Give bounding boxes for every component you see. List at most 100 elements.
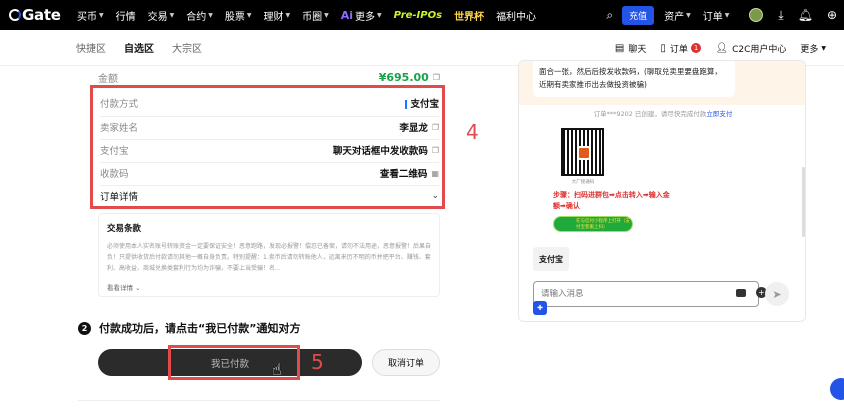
chevron-down-icon: ▼ — [99, 11, 104, 19]
chat-input-wrap: + — [533, 281, 767, 307]
step-2: 2 付款成功后，请点击“我已付款”通知对方 — [78, 320, 300, 336]
alipay-account-value: 聊天对话框中发收款码 — [332, 146, 428, 157]
chevron-down-icon: ⌄ — [135, 284, 141, 292]
payment-info-box: 付款方式 支付宝 卖家姓名 李显龙 ❐ 支付宝 聊天对话框中发收款码 ❐ 收款码… — [90, 85, 445, 209]
nav-item-trade[interactable]: 交易 ▼ — [148, 8, 175, 23]
copy-icon[interactable]: ❐ — [433, 73, 440, 82]
qr-code-image — [561, 128, 604, 176]
c2c-user-center-link[interactable]: 👤︎ C2C用户中心 — [715, 42, 786, 55]
step-2-text: 付款成功后，请点击“我已付款”通知对方 — [99, 322, 301, 335]
payment-method-row: 付款方式 支付宝 — [100, 99, 439, 110]
copy-icon[interactable]: ❐ — [432, 146, 439, 155]
order-icon: ▯ — [660, 42, 666, 54]
copy-icon[interactable]: ❐ — [432, 123, 439, 132]
assets-menu[interactable]: 资产 ▼ — [664, 8, 691, 23]
seller-name-value: 李显龙 — [399, 123, 428, 134]
amount-row: 金额 ¥695.00 ❐ — [98, 69, 440, 85]
payment-method-value: 支付宝 — [410, 99, 439, 110]
cancel-order-button[interactable]: 取消订单 — [372, 349, 440, 376]
annotation-4: 4 — [466, 120, 479, 144]
order-link[interactable]: ▯ 订单 1 — [660, 42, 702, 55]
chevron-down-icon: ▼ — [324, 11, 329, 19]
shield-icon: ✚ — [533, 301, 547, 315]
divider — [100, 116, 439, 117]
divider — [100, 139, 439, 140]
qr-logo — [577, 146, 591, 160]
send-icon[interactable]: ➤ — [765, 282, 789, 306]
chat-input[interactable] — [541, 289, 691, 299]
nav-item-ai-more[interactable]: Ai 更多 ▼ — [341, 8, 382, 23]
logo-text: Gate — [22, 6, 61, 24]
avatar[interactable] — [749, 8, 764, 22]
emoji-icon[interactable] — [736, 289, 746, 297]
nav-item-buy[interactable]: 买币 ▼ — [77, 8, 104, 23]
more-menu[interactable]: 更多 ▼ — [800, 42, 830, 55]
mini-app-pill: 在与信付小程序上打开（支付宝客服上扫） — [553, 216, 633, 232]
order-badge: 1 — [690, 43, 702, 53]
qr-code-row[interactable]: 收款码 查看二维码 ▦ — [100, 164, 439, 182]
alipay-icon — [405, 100, 408, 109]
chevron-down-icon: ▼ — [724, 11, 730, 19]
nav-items: 买币 ▼ 行情 交易 ▼ 合约 ▼ 股票 ▼ 理财 ▼ 币圈 ▼ Ai 更多 ▼ Pre-IPO… — [77, 8, 548, 23]
amount-value: ¥695.00 — [378, 70, 429, 84]
chevron-down-icon: ▼ — [285, 11, 291, 19]
nav-item-worldcup[interactable]: 世界杯 — [454, 8, 484, 23]
gate-logo-icon — [9, 9, 21, 21]
bell-icon[interactable]: 🔔︎ — [798, 8, 813, 22]
globe-icon[interactable]: ⊕ — [827, 8, 837, 22]
deposit-button[interactable]: 充值 — [622, 5, 655, 25]
chevron-down-icon: ▼ — [377, 11, 382, 19]
hand-cursor-icon: ☝ — [272, 360, 282, 379]
gate-logo[interactable]: Gate — [9, 6, 77, 24]
top-navbar: Gate 买币 ▼ 行情 交易 ▼ 合约 ▼ 股票 ▼ 理财 ▼ 币圈 ▼ Ai 更多 ▼ Pr… — [0, 0, 844, 30]
chat-scrollbar[interactable] — [802, 167, 805, 237]
chat-qr-image[interactable]: 大厂接通码 步骤：扫码进群包➡点击转入➡输入金额➡确认 在与信付小程序上打开（支… — [533, 124, 670, 236]
user-icon: 👤︎ — [715, 42, 729, 54]
chevron-down-icon: ▼ — [169, 11, 175, 19]
order-details-toggle[interactable]: 订单详情 ⌄ — [100, 188, 439, 204]
nav-item-earn[interactable]: 理财 ▼ — [264, 8, 291, 23]
chat-message: 面合一张，然后后按发收款码，(聊取兑卖里要盘跑算，近期有卖家推币出去做投资被骗) — [533, 61, 735, 97]
trade-terms-card: 交易条款 必须使用本人实名账号转账资金一定要保证安全！恶意跑路，发现必报警！偿忍… — [98, 213, 440, 297]
chat-link[interactable]: ▤ 聊天 — [615, 42, 646, 55]
view-qr-code-link[interactable]: 查看二维码 — [380, 166, 428, 180]
chevron-down-icon: ▼ — [208, 11, 213, 19]
divider — [100, 185, 439, 186]
chat-message: 支付宝 — [533, 247, 569, 271]
download-icon[interactable]: ⤓ — [778, 8, 783, 23]
nav-item-futures[interactable]: 合约 ▼ — [186, 8, 213, 23]
steps-text: 步骤：扫码进群包➡点击转入➡输入金额➡确认 — [553, 191, 670, 210]
amount-label: 金额 — [98, 73, 118, 85]
search-icon[interactable]: ⌕ — [606, 8, 613, 23]
terms-more-link[interactable]: 看看详情 ⌄ — [107, 282, 431, 292]
chevron-down-icon: ⌄ — [431, 191, 439, 201]
nav-item-markets[interactable]: 行情 — [116, 8, 136, 23]
terms-title: 交易条款 — [107, 224, 142, 234]
tab-custom[interactable]: 自选区 — [124, 40, 154, 55]
seller-name-row: 卖家姓名 李显龙 ❐ — [100, 118, 439, 136]
chevron-down-icon: ▼ — [821, 44, 826, 52]
qr-caption: 大厂接通码 — [571, 180, 595, 185]
annotation-5: 5 — [311, 350, 324, 374]
nav-right: ⌕ 充值 资产 ▼ 订单 ▼ ⤓ 🔔︎ ⊕ — [599, 0, 844, 30]
chat-panel: 面合一张，然后后按发收款码，(聊取兑卖里要盘跑算，近期有卖家推币出去做投资被骗)… — [518, 60, 806, 322]
divider — [78, 400, 440, 401]
tab-block[interactable]: 大宗区 — [172, 40, 202, 55]
orders-menu[interactable]: 订单 ▼ — [703, 8, 730, 23]
nav-item-community[interactable]: 币圈 ▼ — [302, 8, 329, 23]
chevron-down-icon: ▼ — [686, 11, 691, 19]
nav-item-stocks[interactable]: 股票 ▼ — [225, 8, 252, 23]
divider — [100, 162, 439, 163]
chat-icon: ▤ — [614, 42, 625, 54]
alipay-account-row: 支付宝 聊天对话框中发收款码 ❐ — [100, 141, 439, 159]
support-icon[interactable] — [830, 378, 844, 400]
chevron-down-icon: ▼ — [246, 11, 252, 19]
pay-now-link[interactable]: 立即支付 — [706, 110, 732, 118]
nav-item-welfare[interactable]: 福利中心 — [496, 8, 536, 23]
ai-icon: Ai — [340, 8, 354, 22]
step-number: 2 — [78, 321, 91, 335]
qr-code-icon[interactable]: ▦ — [431, 169, 439, 178]
tab-quick[interactable]: 快捷区 — [76, 40, 106, 55]
nav-item-preipo[interactable]: Pre-IPOs — [394, 10, 442, 21]
terms-body: 必须使用本人实名账号转账资金一定要保证安全！恶意跑路，发现必报警！偿忍已备案，请… — [107, 243, 431, 272]
